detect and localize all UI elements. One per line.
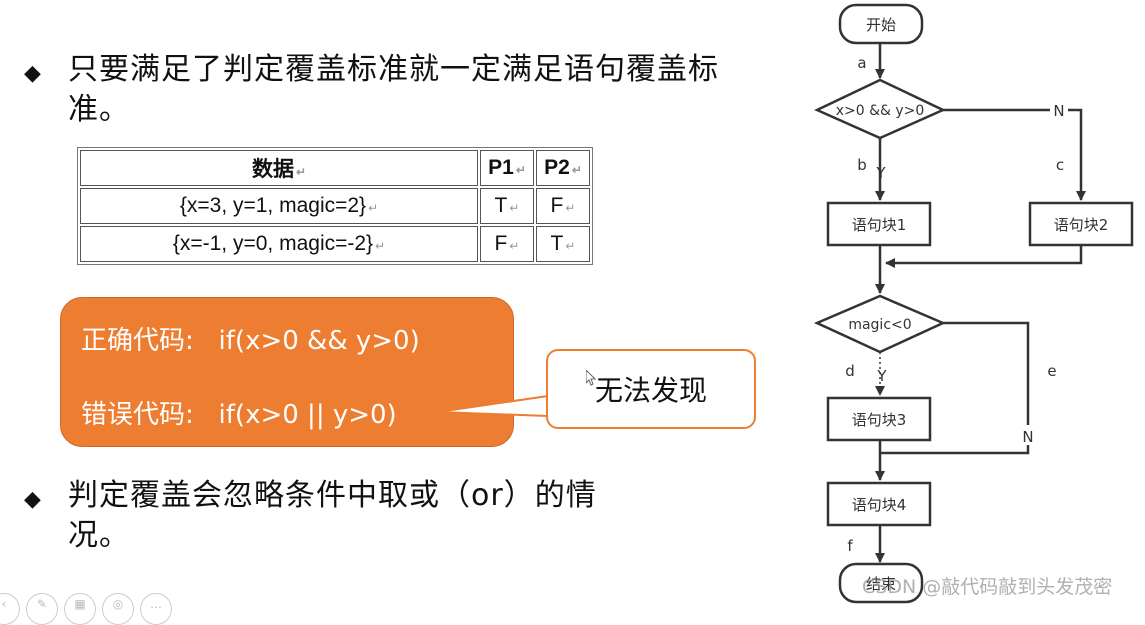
diamond-bullet-icon: ◆ — [24, 61, 41, 86]
prev-icon[interactable]: ‹ — [0, 593, 20, 625]
no-label-1: N — [1053, 102, 1064, 120]
block-2-label: 语句块2 — [1054, 216, 1109, 234]
callout-tail — [437, 395, 550, 417]
cell-data: {x=3, y=1, magic=2} ↵ — [80, 188, 478, 224]
no-label-2: N — [1022, 428, 1033, 446]
edge-label-e: e — [1047, 362, 1056, 380]
cell-data: {x=-1, y=0, magic=-2} ↵ — [80, 226, 478, 262]
edge-label-c: c — [1056, 156, 1064, 174]
presentation-toolbar: ‹ ✎ ▦ ◎ … — [0, 593, 172, 625]
start-label: 开始 — [866, 16, 896, 34]
cell-p1: T ↵ — [480, 188, 534, 224]
edge-label-d: d — [845, 362, 855, 380]
pen-icon[interactable]: ✎ — [26, 593, 58, 625]
table-row: {x=3, y=1, magic=2} ↵ T ↵ F ↵ — [80, 188, 590, 224]
table-header-row: 数据 ↵ P1 ↵ P2 ↵ — [80, 150, 590, 186]
callout-text: 无法发现 — [594, 374, 707, 407]
mouse-cursor-icon — [586, 370, 596, 386]
bullet-point-2: ◆ 判定覆盖会忽略条件中取或（or）的情况。 — [24, 476, 604, 556]
block-3-label: 语句块3 — [852, 411, 907, 429]
decision-1-label: x>0 && y>0 — [836, 103, 925, 119]
edge-no-2 — [880, 445, 1030, 455]
edge-e — [943, 321, 1030, 425]
grid-icon[interactable]: ▦ — [64, 593, 96, 625]
edge-merge-1 — [885, 245, 1083, 268]
cell-p2: F ↵ — [536, 188, 590, 224]
yes-label-1: Y — [875, 164, 886, 182]
header-p1: P1 ↵ — [480, 150, 534, 186]
header-data: 数据 ↵ — [80, 150, 478, 186]
correct-code-text: 正确代码: if(x>0 && y>0) — [81, 326, 420, 356]
callout-bubble: 无法发现 — [546, 349, 756, 429]
cell-p2: T ↵ — [536, 226, 590, 262]
block-1-label: 语句块1 — [852, 216, 907, 234]
diamond-bullet-icon: ◆ — [24, 487, 41, 512]
bullet-text: 只要满足了判定覆盖标准就一定满足语句覆盖标准。 — [68, 52, 719, 127]
decision-2-label: magic<0 — [848, 317, 911, 333]
more-icon[interactable]: … — [140, 593, 172, 625]
edge-c — [1068, 108, 1086, 201]
edge-label-f: f — [847, 537, 853, 555]
edge-label-b: b — [857, 156, 867, 174]
edge-label-a: a — [857, 54, 866, 72]
table-row: {x=-1, y=0, magic=-2} ↵ F ↵ T ↵ — [80, 226, 590, 262]
bullet-point-1: ◆ 只要满足了判定覆盖标准就一定满足语句覆盖标准。 — [24, 50, 744, 130]
zoom-icon[interactable]: ◎ — [102, 593, 134, 625]
header-p2: P2 ↵ — [536, 150, 590, 186]
flowchart: 开始 x>0 && y>0 magic<0 语句块1 语句块2 语句块3 语句块… — [813, 3, 1134, 604]
bullet-text: 判定覆盖会忽略条件中取或（or）的情况。 — [68, 478, 597, 553]
wrong-code-text: 错误代码: if(x>0 || y>0) — [81, 400, 397, 430]
watermark: CSDN @敲代码敲到头发茂密 — [862, 576, 1113, 598]
yes-label-2: Y — [876, 367, 887, 385]
block-4-label: 语句块4 — [852, 496, 907, 514]
cell-p1: F ↵ — [480, 226, 534, 262]
coverage-table: 数据 ↵ P1 ↵ P2 ↵ {x=3, y=1, magic=2} ↵ T ↵ F ↵ {… — [77, 147, 593, 265]
